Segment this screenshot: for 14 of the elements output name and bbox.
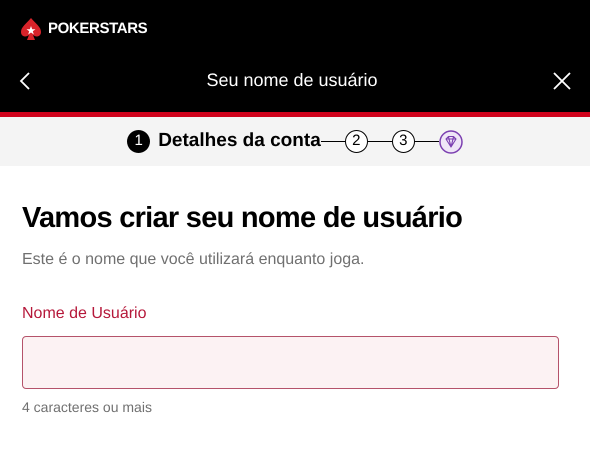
heading: Vamos criar seu nome de usuário bbox=[22, 204, 464, 233]
step-number: 2 bbox=[344, 130, 368, 153]
field-label: Nome de Usuário bbox=[22, 304, 148, 324]
username-field[interactable] bbox=[22, 336, 559, 389]
page-title: Seu nome de usuário bbox=[206, 69, 378, 92]
subtitle: Este é o nome que você utilizará enquanto joga. bbox=[22, 250, 366, 270]
step-label: Detalhes da conta bbox=[158, 129, 321, 154]
step-number: 3 bbox=[392, 130, 415, 153]
brand-name: POKERSTARS bbox=[48, 18, 148, 39]
field-hint: 4 caracteres ou mais bbox=[22, 398, 153, 417]
close-button[interactable] bbox=[552, 70, 572, 90]
step-number: 1 bbox=[127, 130, 150, 153]
back-button[interactable] bbox=[18, 70, 32, 90]
spade-star-logo-icon bbox=[20, 17, 42, 41]
